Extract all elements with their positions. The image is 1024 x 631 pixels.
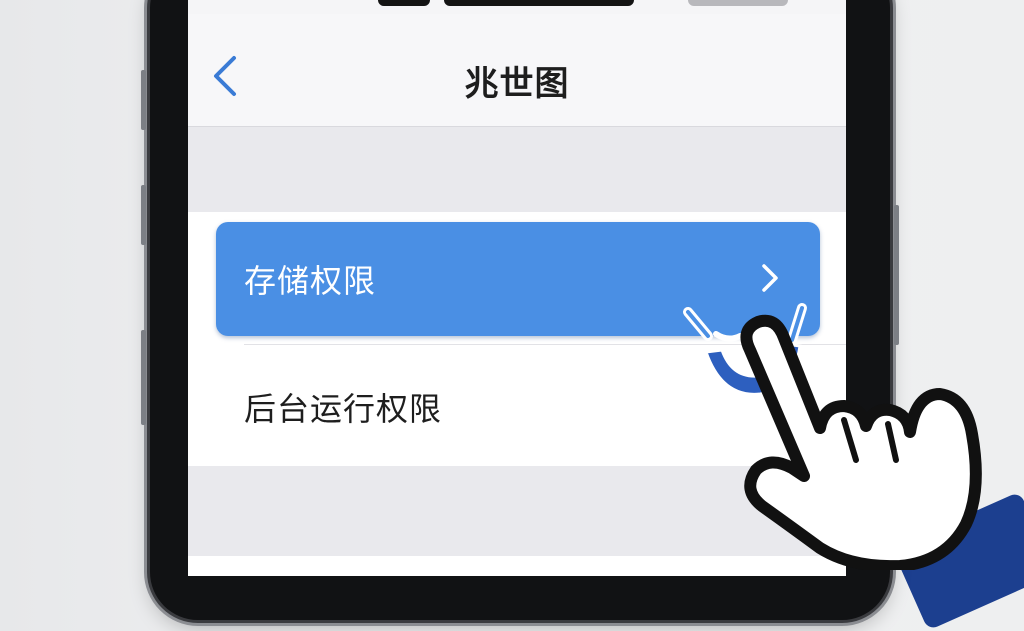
volume-button xyxy=(141,185,146,245)
section-spacer xyxy=(188,127,846,212)
background-run-permission-label: 后台运行权限 xyxy=(244,390,443,428)
volume-button xyxy=(141,70,146,130)
status-indicator xyxy=(378,0,430,6)
storage-permission-label: 存储权限 xyxy=(244,262,377,300)
status-indicator xyxy=(688,0,788,6)
navigation-bar: 兆世图 xyxy=(188,14,846,127)
status-bar xyxy=(188,0,846,14)
volume-button xyxy=(141,330,146,425)
page-title: 兆世图 xyxy=(464,64,570,104)
hand-pointer-icon xyxy=(740,314,982,570)
dynamic-island xyxy=(444,0,634,6)
